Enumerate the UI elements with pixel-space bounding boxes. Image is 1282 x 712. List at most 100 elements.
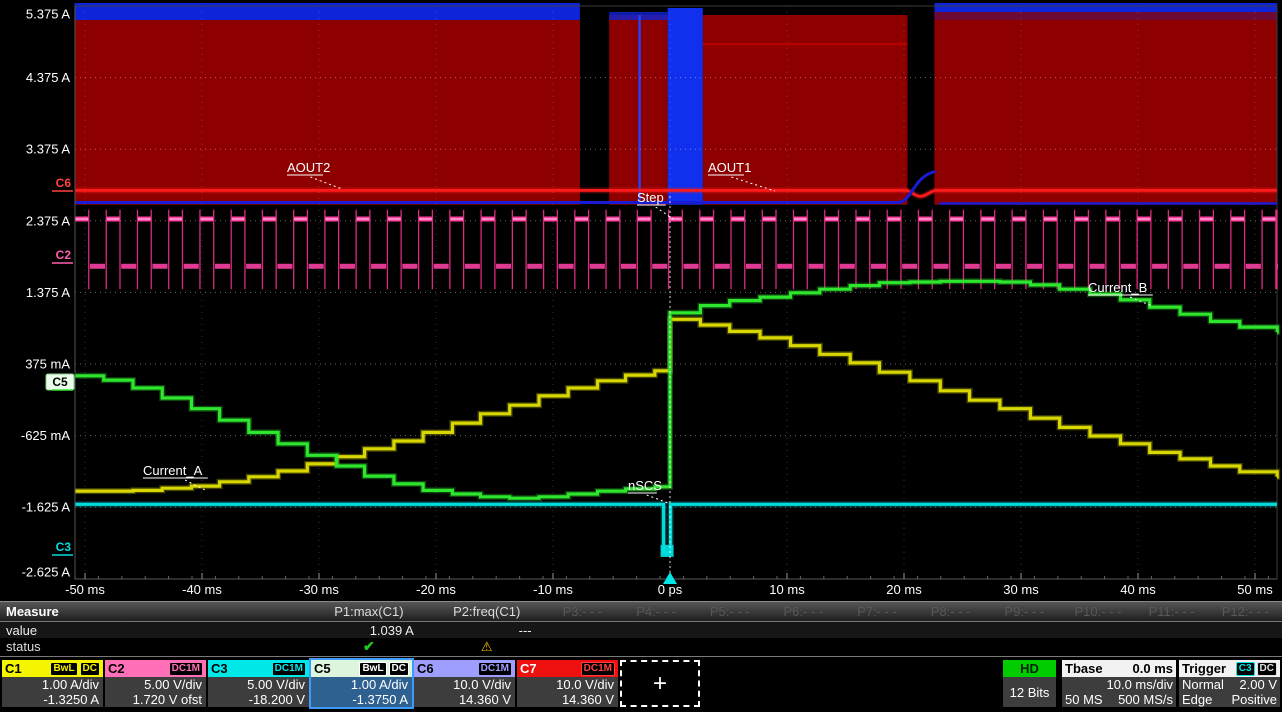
measure-p9-header[interactable]: P9:- - - bbox=[987, 604, 1061, 619]
measure-p3-header[interactable]: P3:- - - bbox=[546, 604, 620, 619]
channel-marker-C2[interactable]: C2 bbox=[56, 248, 72, 262]
aout-blue-block bbox=[668, 8, 703, 205]
channel-offset: 14.360 V bbox=[418, 692, 511, 707]
timebase-offset: 0.0 ms bbox=[1133, 661, 1173, 676]
channel-id-label: C3 bbox=[211, 661, 228, 676]
channel-box-c1[interactable]: C1 BwLDC1.00 A/div-1.3250 A bbox=[2, 660, 103, 707]
measure-p4-header[interactable]: P4:- - - bbox=[619, 604, 693, 619]
nscs-pulse-blob bbox=[661, 545, 674, 557]
measure-p10-header[interactable]: P10:- - - bbox=[1061, 604, 1135, 619]
measure-value-row-label: value bbox=[0, 623, 310, 638]
trigger-mode: Normal bbox=[1182, 677, 1224, 692]
measure-p2-status: ⚠ bbox=[428, 639, 546, 655]
channel-scale: 10.0 V/div bbox=[521, 677, 614, 692]
trigger-level: 2.00 V bbox=[1239, 677, 1277, 692]
timebase-samples: 50 MS bbox=[1065, 692, 1103, 707]
measure-p12-header[interactable]: P12:- - - bbox=[1208, 604, 1282, 619]
x-axis-label: -40 ms bbox=[182, 582, 222, 597]
channel-id-label: C6 bbox=[417, 661, 434, 676]
channel-offset: -18.200 V bbox=[212, 692, 305, 707]
measure-header-columns: P1:max(C1)P2:freq(C1)P3:- - -P4:- - -P5:… bbox=[310, 602, 1282, 621]
aout-pwm-envelope bbox=[934, 15, 1277, 205]
channel-marker-C5[interactable]: C5 bbox=[52, 375, 68, 389]
channel-scale: 1.00 A/div bbox=[6, 677, 99, 692]
measure-title: Measure bbox=[0, 604, 310, 619]
y-axis-label: 3.375 A bbox=[26, 142, 70, 157]
x-axis-label: 30 ms bbox=[1003, 582, 1039, 597]
x-axis-label: -50 ms bbox=[65, 582, 105, 597]
timebase-box[interactable]: Tbase 0.0 ms 10.0 ms/div 50 MS 500 MS/s bbox=[1062, 660, 1176, 707]
trigger-label: Trigger bbox=[1182, 661, 1226, 676]
y-axis-label: -2.625 A bbox=[22, 565, 71, 580]
x-axis-label: 20 ms bbox=[886, 582, 922, 597]
trace-label-nscs: nSCS bbox=[628, 478, 662, 493]
hd-mode-box[interactable]: HD 12 Bits bbox=[1003, 660, 1056, 707]
measure-p7-header[interactable]: P7:- - - bbox=[840, 604, 914, 619]
measure-status-columns: ✔⚠ bbox=[310, 638, 1282, 655]
channel-marker-C3[interactable]: C3 bbox=[56, 540, 72, 554]
trigger-badges: C3DC bbox=[1236, 662, 1277, 676]
measure-status-row-label: status bbox=[0, 639, 310, 654]
measure-value-columns: 1.039 A--- bbox=[310, 622, 1282, 638]
channel-badge-dc: DC bbox=[80, 662, 100, 676]
y-axis-label: 2.375 A bbox=[26, 213, 70, 228]
trigger-slope: Positive bbox=[1231, 692, 1277, 707]
x-axis-label: -20 ms bbox=[416, 582, 456, 597]
timebase-per-div: 10.0 ms/div bbox=[1065, 677, 1173, 692]
measure-p1-value: 1.039 A bbox=[310, 623, 428, 638]
channel-badge-dc1m: DC1M bbox=[581, 662, 615, 676]
aout-pwm-envelope bbox=[74, 15, 579, 205]
status-ok-icon: ✔ bbox=[363, 638, 375, 654]
measure-p8-header[interactable]: P8:- - - bbox=[914, 604, 988, 619]
channel-badge-bwl: BwL bbox=[359, 662, 386, 676]
oscilloscope-screen: 5.375 A4.375 A3.375 A2.375 A1.375 A375 m… bbox=[0, 0, 1282, 712]
measure-p5-header[interactable]: P5:- - - bbox=[693, 604, 767, 619]
measure-p1-header[interactable]: P1:max(C1) bbox=[310, 604, 428, 619]
waveform-grid[interactable]: 5.375 A4.375 A3.375 A2.375 A1.375 A375 m… bbox=[0, 0, 1282, 601]
trace-label-aout1: AOUT1 bbox=[708, 160, 751, 175]
measure-table: Measure P1:max(C1)P2:freq(C1)P3:- - -P4:… bbox=[0, 601, 1282, 655]
plus-icon: + bbox=[653, 670, 667, 698]
measure-status-row: status ✔⚠ bbox=[0, 638, 1282, 655]
channel-box-c5[interactable]: C5BwLDC1.00 A/div-1.3750 A bbox=[311, 660, 412, 707]
trace-label-aout2: AOUT2 bbox=[287, 160, 330, 175]
trace-label-step: Step bbox=[637, 190, 664, 205]
y-axis-label: 5.375 A bbox=[26, 7, 70, 22]
measure-p11-header[interactable]: P11:- - - bbox=[1135, 604, 1209, 619]
measure-header-row: Measure P1:max(C1)P2:freq(C1)P3:- - -P4:… bbox=[0, 601, 1282, 622]
add-channel-button[interactable]: + bbox=[620, 660, 700, 707]
x-axis-label: 50 ms bbox=[1237, 582, 1273, 597]
measure-p6-header[interactable]: P6:- - - bbox=[767, 604, 841, 619]
channel-offset: -1.3750 A bbox=[315, 692, 408, 707]
timebase-rate: 500 MS/s bbox=[1118, 692, 1173, 707]
x-axis-label: 10 ms bbox=[769, 582, 805, 597]
trigger-badge-dc: DC bbox=[1257, 662, 1277, 676]
aout-thin-blue-line bbox=[638, 15, 640, 205]
trigger-type: Edge bbox=[1182, 692, 1212, 707]
timebase-label: Tbase bbox=[1065, 661, 1103, 676]
measure-p1-status: ✔ bbox=[310, 638, 428, 655]
channel-badge-dc1m: DC1M bbox=[272, 662, 306, 676]
status-warning-icon: ⚠ bbox=[481, 639, 493, 654]
channel-offset: 1.720 V ofst bbox=[109, 692, 202, 707]
y-axis-label: 4.375 A bbox=[26, 70, 70, 85]
channel-offset: -1.3250 A bbox=[6, 692, 99, 707]
channel-id-label: C7 bbox=[520, 661, 537, 676]
aout-red-top-mix bbox=[934, 12, 1277, 20]
channel-box-c2[interactable]: C2DC1M5.00 V/div1.720 V ofst bbox=[105, 660, 206, 707]
x-axis-label: 40 ms bbox=[1120, 582, 1156, 597]
channel-badge-bwl: BwL bbox=[50, 662, 77, 676]
x-axis-label: -30 ms bbox=[299, 582, 339, 597]
channel-marker-C6[interactable]: C6 bbox=[56, 176, 72, 190]
channel-box-c7[interactable]: C7DC1M10.0 V/div14.360 V bbox=[517, 660, 618, 707]
channel-box-c3[interactable]: C3DC1M5.00 V/div-18.200 V bbox=[208, 660, 309, 707]
measure-p2-header[interactable]: P2:freq(C1) bbox=[428, 604, 546, 619]
channel-id-label: C1 bbox=[5, 661, 22, 676]
channel-id-label: C2 bbox=[108, 661, 125, 676]
trace-label-current_b: Current_B bbox=[1088, 280, 1147, 295]
channel-box-c6[interactable]: C6DC1M10.0 V/div14.360 V bbox=[414, 660, 515, 707]
y-axis-label: -1.625 A bbox=[22, 500, 71, 515]
channel-badge-dc1m: DC1M bbox=[478, 662, 512, 676]
measure-value-row: value 1.039 A--- bbox=[0, 622, 1282, 638]
trigger-box[interactable]: Trigger C3DC Normal 2.00 V Edge Positive bbox=[1179, 660, 1280, 707]
